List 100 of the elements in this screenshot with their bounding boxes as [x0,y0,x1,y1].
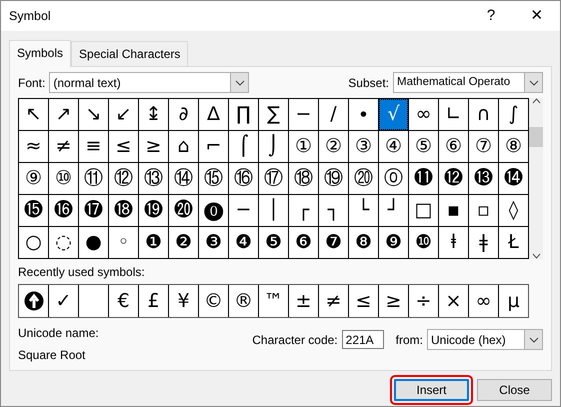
symbol-cell[interactable]: ≥ [139,131,168,162]
symbol-cell[interactable]: ◊ [499,195,528,226]
symbol-cell[interactable]: ⓫ [409,163,438,194]
symbol-cell[interactable]: ❷ [169,227,198,258]
symbol-cell[interactable]: Ł [499,227,528,258]
symbol-cell[interactable]: ▫ [469,195,498,226]
symbol-cell[interactable]: ⓿ [199,195,228,226]
recent-symbol[interactable]: ÷ [409,285,438,317]
symbol-cell[interactable]: ─ [229,195,258,226]
symbol-cell[interactable]: ⓪ [379,163,408,194]
symbol-cell[interactable]: ∩ [469,99,498,130]
up-arrow-circle-icon[interactable] [24,291,44,311]
symbol-cell[interactable]: ③ [349,131,378,162]
symbol-cell[interactable]: □ [409,195,438,226]
symbol-cell[interactable]: ⑳ [349,163,378,194]
symbol-cell[interactable]: ○ [19,227,48,258]
symbol-cell[interactable]: ⑤ [409,131,438,162]
symbol-cell[interactable]: ⑧ [499,131,528,162]
scrollbar[interactable] [529,98,543,259]
help-button[interactable]: ? [468,4,514,28]
symbol-cell[interactable]: ① [289,131,318,162]
symbol-cell[interactable]: ⓲ [109,195,138,226]
recent-symbol[interactable]: μ [499,285,528,317]
symbol-cell[interactable]: ● [79,227,108,258]
symbol-cell[interactable]: ∫ [499,99,528,130]
symbol-cell[interactable]: ⑲ [319,163,348,194]
symbol-cell[interactable]: ∕ [319,99,348,130]
symbol-cell[interactable]: ↙ [109,99,138,130]
symbol-cell[interactable]: ∟ [439,99,468,130]
symbol-cell[interactable]: ❼ [319,227,348,258]
recent-symbol[interactable]: ✓ [49,285,78,317]
symbol-cell[interactable]: ⓱ [79,195,108,226]
symbol-cell[interactable]: ∏ [229,99,258,130]
symbol-cell[interactable]: ⑦ [469,131,498,162]
symbol-cell[interactable]: ∆ [199,99,228,130]
symbol-cell[interactable]: ⓳ [139,195,168,226]
recent-symbol[interactable]: ™ [259,285,288,317]
symbol-cell[interactable]: ❸ [199,227,228,258]
symbol-cell[interactable]: ② [319,131,348,162]
symbol-cell[interactable]: ❺ [259,227,288,258]
recent-symbol[interactable]: × [439,285,468,317]
symbol-cell[interactable]: ⓴ [169,195,198,226]
symbol-cell[interactable]: ǂ [469,227,498,258]
symbol-cell[interactable]: ⌡ [259,131,288,162]
symbol-cell[interactable]: ⑭ [169,163,198,194]
recent-symbol[interactable]: ≠ [319,285,348,317]
recent-symbol[interactable]: £ [139,285,168,317]
scroll-thumb[interactable] [529,127,543,147]
symbol-cell[interactable]: ⑥ [439,131,468,162]
encoding-dropdown[interactable]: Unicode (hex) [427,329,543,350]
symbol-cell[interactable]: ∙ [349,99,378,130]
font-dropdown[interactable]: (normal text) [49,72,250,93]
symbol-cell[interactable]: ❶ [139,227,168,258]
character-code-field[interactable]: 221A [342,330,384,349]
recent-symbol[interactable]: € [109,285,138,317]
symbol-cell[interactable]: ┘ [379,195,408,226]
symbol-cell[interactable]: ↘ [79,99,108,130]
symbol-cell[interactable]: ↨ [139,99,168,130]
symbol-cell[interactable]: ∂ [169,99,198,130]
symbol-cell[interactable]: ∑ [259,99,288,130]
scroll-up-icon[interactable] [532,98,540,104]
symbol-cell[interactable]: ∞ [409,99,438,130]
scroll-down-icon[interactable] [532,253,540,259]
recent-symbol[interactable]: ® [229,285,258,317]
symbol-cell[interactable]: ≈ [19,131,48,162]
symbol-cell[interactable]: ⑮ [199,163,228,194]
symbol-cell[interactable]: − [289,99,318,130]
symbol-cell[interactable]: ↖ [19,99,48,130]
symbol-cell[interactable]: ⌂ [169,131,198,162]
recent-symbol[interactable]: ≤ [349,285,378,317]
symbol-cell[interactable]: ⑰ [259,163,288,194]
symbol-cell[interactable]: ⓰ [49,195,78,226]
recent-symbol[interactable]: © [199,285,228,317]
dialog-button[interactable]: Close [477,379,552,401]
symbol-cell[interactable]: ❽ [349,227,378,258]
symbol-cell[interactable]: ⌐ [199,131,228,162]
symbol-cell[interactable]: √ [379,99,408,130]
symbol-cell[interactable]: └ [349,195,378,226]
symbol-cell[interactable]: ⑫ [109,163,138,194]
symbol-cell[interactable]: ◦ [109,227,138,258]
symbol-cell[interactable]: ④ [379,131,408,162]
symbol-cell[interactable]: ⓬ [439,163,468,194]
symbol-cell[interactable]: ⌠ [229,131,258,162]
symbol-cell[interactable]: ↗ [49,99,78,130]
symbol-cell[interactable]: ❻ [289,227,318,258]
symbol-cell[interactable]: ⑨ [19,163,48,194]
symbol-cell[interactable]: ⓭ [469,163,498,194]
symbol-cell[interactable]: ⱡ [439,227,468,258]
tab[interactable]: Special Characters [71,41,188,66]
symbol-cell[interactable]: ≤ [109,131,138,162]
symbol-cell[interactable]: ⓮ [499,163,528,194]
tab[interactable]: Symbols [9,40,72,67]
symbol-cell[interactable]: ┐ [319,195,348,226]
symbol-cell[interactable]: ❾ [379,227,408,258]
symbol-cell[interactable]: │ [259,195,288,226]
recent-symbol[interactable]: ≥ [379,285,408,317]
symbol-cell[interactable]: ≡ [79,131,108,162]
symbol-cell[interactable]: ❹ [229,227,258,258]
symbol-cell[interactable]: ⑬ [139,163,168,194]
symbol-cell[interactable]: ⑪ [79,163,108,194]
